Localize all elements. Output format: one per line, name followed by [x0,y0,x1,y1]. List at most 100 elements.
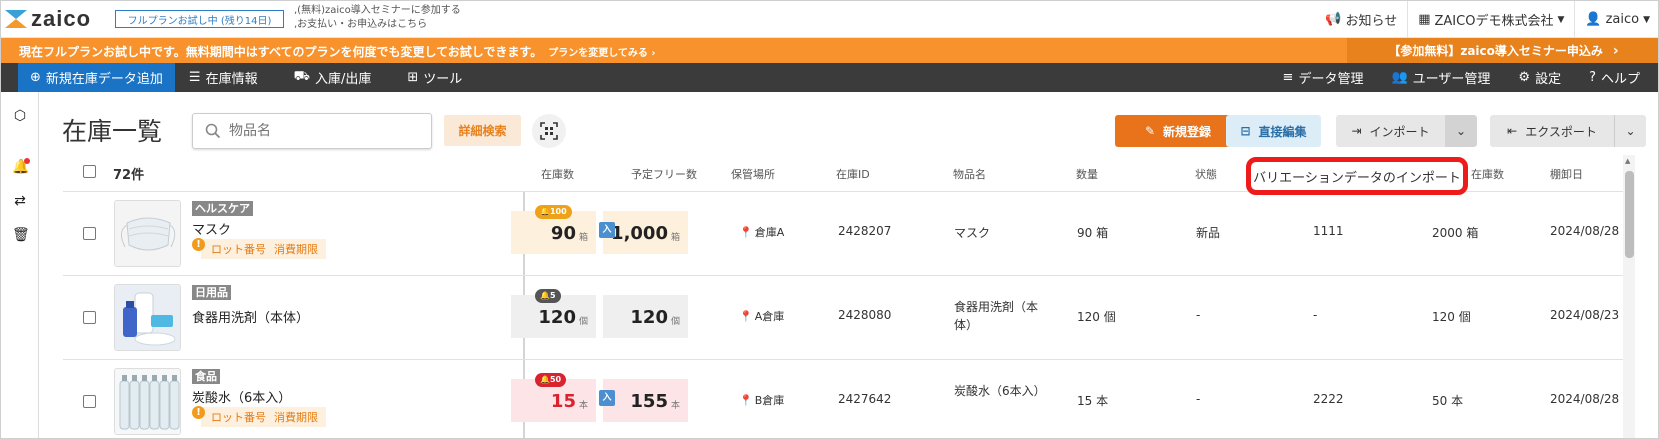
row-checkbox[interactable] [83,227,96,240]
list-icon: ☰ [188,70,201,85]
chevron-down-icon: ⌄ [1625,124,1636,138]
new-register-button[interactable]: ✎ 新規登録 [1115,115,1241,147]
row-checkbox[interactable] [83,311,96,324]
row-checkbox[interactable] [83,395,96,408]
nav-tools[interactable]: ⊞ ツール [385,63,476,92]
transfer-icon[interactable]: ⇄ [12,193,28,209]
inbound-badge[interactable]: 入 [599,222,615,238]
caret-down-icon: ▼ [1557,14,1565,25]
help-circle-icon: ? [1589,70,1596,85]
table-row[interactable]: 食品 炭酸水（6本入） ! ロット番号 消費期限 🔔50 15 本 入 155 … [63,359,1623,438]
user-menu[interactable]: 👤 zaico ▼ [1574,1,1658,38]
new-register-label: 新規登録 [1163,124,1212,139]
banner-text: 現在フルプランお試し中です。無料期間中はすべてのプランを何度でも変更してお試しで… [19,45,543,59]
product-name[interactable]: マスク [192,219,231,238]
product-tags: ! ロット番号 消費期限 [192,405,326,427]
state: 新品 [1196,226,1221,240]
alert-threshold-badge: 🔔5 [535,289,561,303]
import-dropdown-toggle[interactable]: ⌄ [1445,115,1477,147]
quantity: 120 個 [1077,310,1116,324]
free-quantity[interactable]: 155 本 [603,379,688,422]
stock-id: 2428207 [838,224,892,238]
product-image-mask[interactable] [114,200,181,267]
app-window: zaico フルプランお試し中 (残り14日) ,(無料)zaico導入セミナー… [0,0,1659,439]
location: 📍 倉庫A [739,224,784,240]
company-menu[interactable]: ▦ ZAICOデモ株式会社 ▼ [1407,1,1574,38]
top-bar: zaico フルプランお試し中 (残り14日) ,(無料)zaico導入セミナー… [1,1,1658,38]
free-quantity[interactable]: 1,000 箱 [603,211,688,254]
search-box[interactable] [192,113,432,149]
variation-import-option[interactable]: バリエーションデータのインポート [1246,157,1468,195]
nav-user-management[interactable]: 👥 ユーザー管理 [1377,63,1504,92]
detergent-image [115,285,180,350]
header-stock-id[interactable]: 在庫ID [836,166,870,182]
free-unit: 個 [670,317,680,327]
direct-edit-button[interactable]: ⊟ 直接編集 [1226,115,1321,147]
free-quantity[interactable]: 120 個 [603,295,688,338]
bell-icon[interactable]: 🔔 [12,158,30,175]
payment-note-link[interactable]: ,お支払い・お申込みはこちら [294,18,461,32]
nav-in-out[interactable]: ⛟ 入庫/出庫 [272,63,386,92]
seminar-signup-link[interactable]: 【参加無料】zaico導入セミナー申込み › [1347,38,1658,63]
state: - [1196,308,1201,322]
inventory-date: 2024/08/28 [1550,392,1620,406]
nav-data-management[interactable]: ≡ データ管理 [1269,63,1378,92]
header-location[interactable]: 保管場所 [731,166,775,182]
nav-help[interactable]: ? ヘルプ [1575,63,1654,92]
news-link[interactable]: 📢 お知らせ [1315,1,1407,38]
header-state[interactable]: 状態 [1195,166,1217,182]
user-label: zaico [1605,12,1640,27]
header-quantity[interactable]: 数量 [1076,166,1098,182]
header-free[interactable]: 予定フリー数 [631,166,697,182]
trial-badge[interactable]: フルプランお試し中 (残り14日) [115,10,284,28]
change-plan-label: プランを変更してみる [548,48,648,59]
header-stock[interactable]: 在庫数 [541,166,574,182]
table-edit-icon: ⊟ [1240,124,1251,138]
bell-icon: 🔔 [540,207,550,216]
plus-circle-icon: ⊕ [30,70,41,85]
advanced-search-button[interactable]: 詳細検索 [444,115,521,146]
product-image-soda[interactable] [114,368,181,435]
import-button[interactable]: ⇥ インポート [1336,115,1445,147]
map-pin-icon: 📍 [739,226,753,239]
extra-field: 1111 [1313,224,1344,238]
inbound-badge[interactable]: 入 [599,390,615,406]
building-icon: ▦ [1418,12,1431,27]
logo[interactable]: zaico [5,6,91,31]
nav-add-stock-label: 新規在庫データ追加 [45,72,163,87]
scroll-up-arrow[interactable]: ▲ [1625,157,1630,165]
free-number: 155 [630,391,668,412]
stock-id: 2428080 [838,308,892,322]
stock-number: 15 [550,391,576,412]
truck-icon: ⛟ [293,69,310,84]
qr-scan-button[interactable] [532,114,566,148]
export-dropdown-toggle[interactable]: ⌄ [1614,115,1646,147]
header-item-name[interactable]: 物品名 [953,166,986,182]
soda-bottles-image [115,369,180,434]
header-stock-count[interactable]: 在庫数 [1471,166,1504,182]
product-name[interactable]: 食器用洗剤（本体） [192,307,309,326]
trash-icon[interactable]: 🗑 [12,227,30,243]
seminar-label: 【参加無料】zaico導入セミナー申込み [1388,44,1603,58]
seminar-note-link[interactable]: ,(無料)zaico導入セミナーに参加する [294,4,461,18]
nav-stock-info[interactable]: ☰ 在庫情報 [175,63,272,92]
change-plan-link[interactable]: プランを変更してみる › [548,48,655,59]
search-input[interactable] [229,123,419,139]
toolbox-icon: ⊞ [407,70,419,85]
scrollbar-thumb[interactable] [1625,171,1634,258]
export-button[interactable]: ⇤ エクスポート [1490,115,1614,147]
product-image-detergent[interactable] [114,284,181,351]
nav-settings[interactable]: ⚙ 設定 [1504,63,1575,92]
tag-box: ロット番号 消費期限 [201,239,326,259]
chevron-down-icon: ⌄ [1455,124,1467,138]
extra-field: - [1313,308,1318,322]
free-unit: 箱 [670,233,680,243]
table-row[interactable]: ヘルスケア マスク ! ロット番号 消費期限 🔔100 90 箱 入 1,000… [63,191,1623,276]
table-row[interactable]: 日用品 食器用洗剤（本体） 🔔5 120 個 120 個 📍 A倉庫 242808… [63,275,1623,360]
product-name[interactable]: 炭酸水（6本入） [192,387,291,406]
nav-add-stock[interactable]: ⊕ 新規在庫データ追加 [18,63,175,92]
box-icon[interactable]: ⬡ [12,108,28,124]
select-all-checkbox[interactable] [83,165,96,178]
header-inventory-date[interactable]: 棚卸日 [1550,166,1583,182]
edit-pen-icon: ✎ [1144,124,1156,138]
